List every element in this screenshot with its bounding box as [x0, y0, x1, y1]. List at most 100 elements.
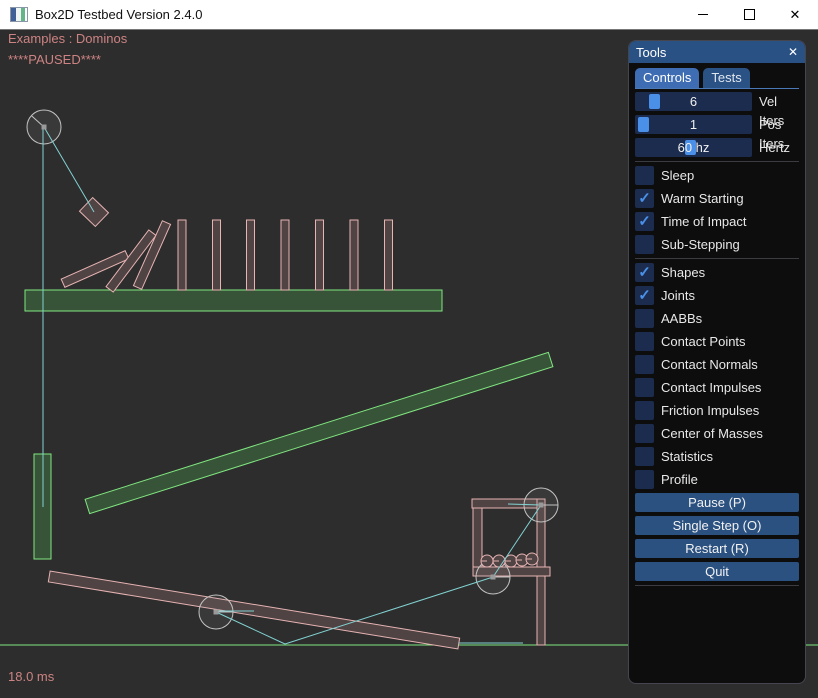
checkbox-box[interactable] [635, 332, 654, 351]
tools-panel-close-icon[interactable]: ✕ [788, 46, 798, 58]
slider-row: 60 hz Hertz [635, 138, 799, 157]
body-origin-marker [539, 503, 544, 508]
window-titlebar: Box2D Testbed Version 2.4.0 ✕ [0, 0, 818, 30]
window-title: Box2D Testbed Version 2.4.0 [35, 7, 680, 22]
tools-panel-titlebar[interactable]: Tools ✕ [629, 41, 805, 63]
minimize-icon [698, 14, 708, 15]
slider-pos-iters[interactable]: 1 [635, 115, 752, 134]
checkbox-label: Profile [661, 472, 698, 487]
single-step-button[interactable]: Single Step (O) [635, 516, 799, 535]
checkbox-label: Joints [661, 288, 695, 303]
slider-row: 1 Pos Iters [635, 115, 799, 134]
static-body-rect [25, 290, 442, 311]
checkbox-label: Shapes [661, 265, 705, 280]
checkbox-box[interactable] [635, 447, 654, 466]
solver-checkbox-group: Sleep ✓ Warm Starting ✓ Time of Impact Sub-St… [635, 166, 799, 254]
checkbox-box[interactable]: ✓ [635, 212, 654, 231]
body-origin-marker [491, 575, 496, 580]
checkbox-box[interactable]: ✓ [635, 189, 654, 208]
separator [635, 161, 799, 162]
tools-panel-body: ControlsTests 6 Vel Iters 1 Pos Iters 60 hz H… [629, 63, 805, 586]
checkbox-label: Contact Points [661, 334, 746, 349]
app-icon-part [21, 8, 25, 21]
checkbox-label: Contact Normals [661, 357, 758, 372]
tab-bar: ControlsTests [635, 68, 799, 89]
app-window: Examples : Dominos ****PAUSED**** 18.0 m… [0, 0, 818, 698]
dynamic-body-rect [350, 220, 358, 290]
checkbox-contact-points[interactable]: Contact Points [635, 332, 799, 351]
checkbox-box[interactable] [635, 378, 654, 397]
maximize-icon [744, 9, 755, 20]
dynamic-body-rect [213, 220, 221, 290]
dynamic-body-rect [473, 508, 482, 568]
dynamic-body-rect [48, 571, 459, 649]
close-button[interactable]: ✕ [772, 0, 818, 30]
app-icon [10, 7, 28, 22]
tab-tests[interactable]: Tests [703, 68, 749, 88]
maximize-button[interactable] [726, 0, 772, 30]
checkbox-box[interactable] [635, 235, 654, 254]
checkbox-friction-impulses[interactable]: Friction Impulses [635, 401, 799, 420]
checkbox-box[interactable] [635, 470, 654, 489]
tools-panel: Tools ✕ ControlsTests 6 Vel Iters 1 Pos Ite… [628, 40, 806, 684]
static-body-rect [85, 352, 553, 513]
slider-vel-iters[interactable]: 6 [635, 92, 752, 111]
checkbox-shapes[interactable]: ✓ Shapes [635, 263, 799, 282]
dynamic-body-rect [281, 220, 289, 290]
joint-line [44, 127, 94, 212]
checkbox-box[interactable] [635, 424, 654, 443]
dynamic-body-rect [316, 220, 324, 290]
tools-panel-title: Tools [636, 45, 666, 60]
slider-value: 60 hz [635, 138, 752, 157]
draw-checkbox-group: ✓ Shapes ✓ Joints AABBs Contact Points Contact… [635, 263, 799, 489]
checkbox-box[interactable] [635, 355, 654, 374]
slider-label: Vel Iters [759, 92, 799, 111]
checkbox-center-of-masses[interactable]: Center of Masses [635, 424, 799, 443]
checkbox-box[interactable] [635, 309, 654, 328]
slider-label: Pos Iters [759, 115, 799, 134]
body-origin-marker [42, 125, 47, 130]
dynamic-body-rect [247, 220, 255, 290]
checkbox-contact-impulses[interactable]: Contact Impulses [635, 378, 799, 397]
checkbox-sleep[interactable]: Sleep [635, 166, 799, 185]
checkbox-label: Statistics [661, 449, 713, 464]
restart-button[interactable]: Restart (R) [635, 539, 799, 558]
checkbox-joints[interactable]: ✓ Joints [635, 286, 799, 305]
checkbox-label: Friction Impulses [661, 403, 759, 418]
checkbox-box[interactable]: ✓ [635, 263, 654, 282]
checkbox-label: Time of Impact [661, 214, 746, 229]
minimize-button[interactable] [680, 0, 726, 30]
checkbox-label: Contact Impulses [661, 380, 761, 395]
slider-value: 6 [635, 92, 752, 111]
checkbox-contact-normals[interactable]: Contact Normals [635, 355, 799, 374]
slider-label: Hertz [759, 138, 790, 157]
slider-hertz[interactable]: 60 hz [635, 138, 752, 157]
tab-controls[interactable]: Controls [635, 68, 699, 88]
pause-button[interactable]: Pause (P) [635, 493, 799, 512]
checkbox-label: Center of Masses [661, 426, 763, 441]
separator [635, 258, 799, 259]
checkbox-profile[interactable]: Profile [635, 470, 799, 489]
checkbox-label: Sleep [661, 168, 694, 183]
checkbox-box[interactable] [635, 401, 654, 420]
checkbox-box[interactable]: ✓ [635, 286, 654, 305]
example-label: Examples : Dominos [8, 31, 127, 46]
checkbox-warm-starting[interactable]: ✓ Warm Starting [635, 189, 799, 208]
quit-button[interactable]: Quit [635, 562, 799, 581]
checkbox-time-of-impact[interactable]: ✓ Time of Impact [635, 212, 799, 231]
action-button-group: Pause (P) Single Step (O) Restart (R) Quit [635, 493, 799, 581]
checkbox-box[interactable] [635, 166, 654, 185]
checkbox-aabbs[interactable]: AABBs [635, 309, 799, 328]
checkbox-statistics[interactable]: Statistics [635, 447, 799, 466]
checkbox-sub-stepping[interactable]: Sub-Stepping [635, 235, 799, 254]
slider-row: 6 Vel Iters [635, 92, 799, 111]
separator [635, 585, 799, 586]
close-icon: ✕ [790, 8, 801, 21]
body-origin-marker [214, 610, 219, 615]
checkbox-label: AABBs [661, 311, 702, 326]
slider-value: 1 [635, 115, 752, 134]
dynamic-body-rect [178, 220, 186, 290]
checkbox-label: Sub-Stepping [661, 237, 740, 252]
checkbox-label: Warm Starting [661, 191, 744, 206]
dynamic-body-rect [385, 220, 393, 290]
